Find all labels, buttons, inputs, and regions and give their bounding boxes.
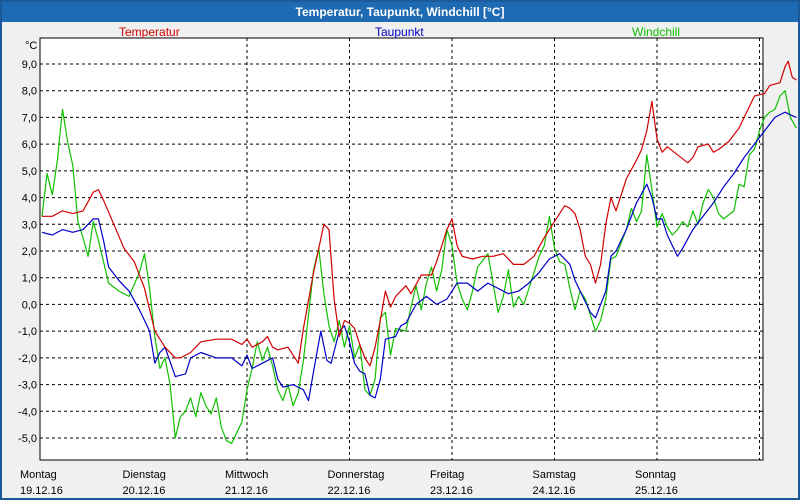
x-tick-day: Dienstag (123, 469, 166, 481)
y-tick-label: 2,0 (22, 246, 37, 258)
x-tick-date: 22.12.16 (328, 485, 371, 497)
y-tick-label: -3,0 (18, 380, 37, 392)
legend-entry: Temperatur (119, 25, 180, 39)
x-tick-date: 24.12.16 (533, 485, 576, 497)
x-tick-day: Mittwoch (225, 469, 268, 481)
chart-grid (40, 38, 763, 460)
y-axis-unit: °C (25, 40, 37, 52)
y-tick-label: -5,0 (18, 433, 37, 445)
y-tick-label: 8,0 (22, 86, 37, 98)
x-tick-date: 20.12.16 (123, 485, 166, 497)
y-tick-label: 3,0 (22, 219, 37, 231)
plot-area (40, 38, 763, 460)
y-axis-ticks: 9,0 8,0 7,0 6,0 5,0 4,0 3,0 2,0 1,0 0,0 -1,0 -2,0 -3… (18, 59, 37, 445)
x-tick-date: 21.12.16 (225, 485, 268, 497)
line-chart: 9,0 8,0 7,0 6,0 5,0 4,0 3,0 2,0 1,0 0,0 -1,0 -2,0 -3… (18, 25, 797, 497)
y-tick-label: 6,0 (22, 139, 37, 151)
x-tick-day: Freitag (430, 469, 464, 481)
y-tick-label: -4,0 (18, 406, 37, 418)
x-tick-date: 23.12.16 (430, 485, 473, 497)
y-tick-label: 0,0 (22, 299, 37, 311)
y-tick-label: -1,0 (18, 326, 37, 338)
y-tick-label: 4,0 (22, 193, 37, 205)
x-tick-date: 19.12.16 (20, 485, 63, 497)
legend-entry: Taupunkt (375, 25, 424, 39)
x-tick-day: Samstag (533, 469, 576, 481)
x-tick-day: Montag (20, 469, 57, 481)
x-tick-day: Sonntag (635, 469, 676, 481)
y-tick-label: 5,0 (22, 166, 37, 178)
x-tick-date: 25.12.16 (635, 485, 678, 497)
x-tick-day: Donnerstag (328, 469, 385, 481)
chart-legend: Temperatur Taupunkt Windchill (119, 25, 680, 39)
x-axis-ticks: Montag 19.12.16 Dienstag 20.12.16 Mittwoch 21… (20, 469, 678, 497)
y-tick-label: -2,0 (18, 353, 37, 365)
y-tick-label: 9,0 (22, 59, 37, 71)
y-tick-label: 7,0 (22, 112, 37, 124)
legend-entry: Windchill (632, 25, 680, 39)
y-tick-label: 1,0 (22, 273, 37, 285)
